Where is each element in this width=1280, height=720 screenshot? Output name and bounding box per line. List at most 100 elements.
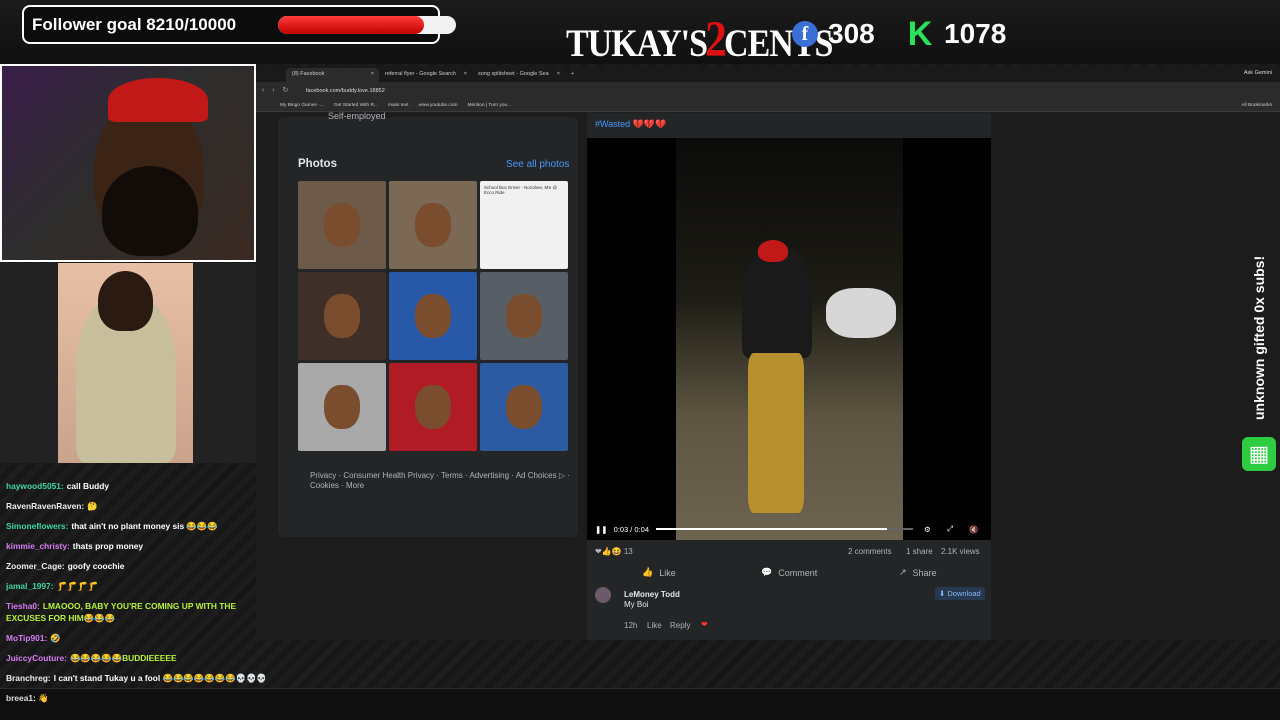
- share-icon: ↗: [899, 567, 907, 577]
- like-button[interactable]: 👍 Like: [642, 567, 676, 578]
- tab-label: (8) Facebook: [292, 71, 325, 77]
- like-label: Like: [659, 567, 676, 578]
- post-hashtag[interactable]: #Wasted 💔💔💔: [595, 119, 666, 130]
- chat-user: Simoneflowers:: [6, 521, 69, 531]
- settings-icon[interactable]: ⚙: [924, 525, 931, 534]
- chat-message: RavenRavenRaven: 🤔: [6, 501, 98, 512]
- pause-icon[interactable]: ❚❚: [595, 525, 608, 534]
- nav-buttons-icon[interactable]: ‹ › ↻: [262, 86, 291, 94]
- plus-icon: +: [571, 71, 575, 77]
- chat-text: call Buddy: [66, 481, 110, 491]
- comment-like-button[interactable]: Like: [647, 621, 662, 630]
- all-bookmarks[interactable]: All Bookmarks: [1241, 103, 1272, 108]
- follower-goal-widget: Follower goal 8210/10000: [22, 5, 456, 44]
- chat-user: Branchreg:: [6, 673, 51, 683]
- tab-referral-flyer[interactable]: referral flyer - Google Search ×: [379, 68, 472, 82]
- logo-text-left: TUKAY'S: [566, 22, 708, 66]
- bookmark-item[interactable]: My Bingo Games -...: [280, 103, 324, 108]
- chat-user: RavenRavenRaven:: [6, 501, 85, 511]
- video-time: 0:03 / 0:04: [613, 524, 650, 534]
- photo-thumbnail[interactable]: [298, 363, 386, 451]
- chat-user: Zoomer_Cage:: [6, 561, 65, 571]
- bookmark-item[interactable]: www.youtube.com: [419, 103, 458, 108]
- chat-text: goofy coochie: [67, 561, 125, 571]
- share-count[interactable]: 1 share: [906, 547, 933, 556]
- photo-thumbnail[interactable]: [389, 363, 477, 451]
- logo-text-mid: 2: [705, 11, 727, 68]
- thumbs-up-icon: 👍: [642, 567, 654, 577]
- comment-age: 12h: [624, 621, 638, 630]
- bookmark-item[interactable]: Get Started With R...: [334, 103, 378, 108]
- photo-thumbnail[interactable]: School Bus Driver - Nozubee, MS @ Ecco R…: [480, 181, 568, 269]
- chat-text: 🤔: [87, 501, 98, 511]
- comment-count[interactable]: 2 comments: [848, 547, 892, 556]
- download-button[interactable]: ⬇ Download: [935, 587, 985, 600]
- follower-goal-label: Follower goal 8210/10000: [32, 14, 237, 34]
- close-icon[interactable]: ×: [464, 71, 467, 77]
- chat-text: I can't stand Tukay u a fool 😂😂😂😂😂😂😂💀💀💀: [53, 673, 267, 683]
- tab-facebook[interactable]: (8) Facebook ×: [286, 68, 379, 82]
- video-frame: [676, 138, 903, 540]
- chat-message: Zoomer_Cage: goofy coochie: [6, 561, 124, 571]
- video-cap: [758, 240, 788, 262]
- photos-card: Self-employed Photos See all photos Scho…: [278, 111, 578, 537]
- commenter-name[interactable]: LeMoney Todd: [624, 590, 680, 599]
- tab-label: referral flyer - Google Search: [385, 71, 456, 77]
- facebook-icon: f: [792, 21, 818, 47]
- video-controls: ❚❚ 0:03 / 0:04 ⚙ ⤢ 🔇: [587, 518, 991, 540]
- fullscreen-icon[interactable]: ⤢: [947, 524, 953, 534]
- close-icon[interactable]: ×: [557, 71, 560, 77]
- video-person: [742, 248, 812, 358]
- beard-shape: [102, 166, 198, 256]
- photo-thumbnail[interactable]: [480, 363, 568, 451]
- tab-song-splitsheet[interactable]: song splitsheet - Google Sea ×: [472, 68, 565, 82]
- video-player[interactable]: ❚❚ 0:03 / 0:04 ⚙ ⤢ 🔇: [587, 138, 991, 540]
- bookmark-item[interactable]: Mention | Turn you...: [467, 103, 511, 108]
- photo-thumbnail[interactable]: [298, 272, 386, 360]
- chat-user: MoTip901:: [6, 633, 48, 643]
- avatar[interactable]: [595, 587, 611, 603]
- video-progress-fill: [656, 528, 888, 530]
- photo-thumbnail[interactable]: [389, 272, 477, 360]
- comment-text: My Boi: [624, 600, 649, 609]
- chat-user: Tiesha0:: [6, 601, 40, 611]
- reaction-count[interactable]: 13: [624, 547, 633, 556]
- video-progress-bar[interactable]: [656, 528, 913, 530]
- chat-text: 🦵🦵🦵🦵: [56, 581, 99, 591]
- reactions-icon[interactable]: ❤👍😆: [595, 547, 622, 556]
- chat-text: that ain't no plant money sis 😂😂😂: [71, 521, 218, 531]
- address-bar: ‹ › ↻ facebook.com/buddy.love.18852: [256, 82, 1280, 100]
- view-count: 2.1K views: [941, 547, 980, 556]
- chat-message: Tiesha0: LMAOOO, BABY YOU'RE COMING UP WI…: [6, 601, 236, 611]
- kick-count: 1078: [944, 18, 1007, 49]
- photo-thumbnail[interactable]: [389, 181, 477, 269]
- comment-reply-button[interactable]: Reply: [670, 621, 690, 630]
- overlay-top-bar: Follower goal 8210/10000 TUKAY'S2CENTS f…: [0, 0, 1280, 68]
- ask-gemini-button[interactable]: Ask Gemini: [1244, 70, 1272, 76]
- close-icon[interactable]: ×: [371, 71, 374, 77]
- chat-user: jamal_1997:: [6, 581, 54, 591]
- photo-thumbnail[interactable]: [480, 272, 568, 360]
- post-stats: ❤👍😆 13 2 comments 1 share 2.1K views: [595, 547, 985, 556]
- comment-icon: 💬: [761, 567, 773, 577]
- guest-head: [98, 271, 153, 331]
- chat-message: Simoneflowers: that ain't no plant money …: [6, 521, 218, 532]
- share-button[interactable]: ↗ Share: [899, 567, 937, 578]
- see-all-photos-link[interactable]: See all photos: [506, 159, 569, 170]
- new-tab-button[interactable]: +: [565, 68, 585, 82]
- photo-thumbnail[interactable]: [298, 181, 386, 269]
- photos-title: Photos: [298, 158, 337, 170]
- comment-label: Comment: [778, 567, 818, 578]
- kick-icon: K: [907, 14, 933, 53]
- footer-links[interactable]: Privacy · Consumer Health Privacy · Term…: [310, 471, 600, 491]
- chat-text: thats prop money: [72, 541, 144, 551]
- comment-button[interactable]: 💬 Comment: [761, 567, 817, 578]
- mute-icon[interactable]: 🔇: [969, 525, 978, 534]
- bookmark-item[interactable]: mass text: [388, 103, 409, 108]
- chat-user: breea1: [6, 693, 34, 703]
- url-field[interactable]: facebook.com/buddy.love.18852: [306, 88, 385, 94]
- chat-message: kimmie_christy: thats prop money: [6, 541, 143, 551]
- self-employed-text: Self-employed: [328, 111, 386, 121]
- tab-label: song splitsheet - Google Sea: [478, 71, 549, 77]
- chat-message: breea1: 👋: [6, 693, 49, 703]
